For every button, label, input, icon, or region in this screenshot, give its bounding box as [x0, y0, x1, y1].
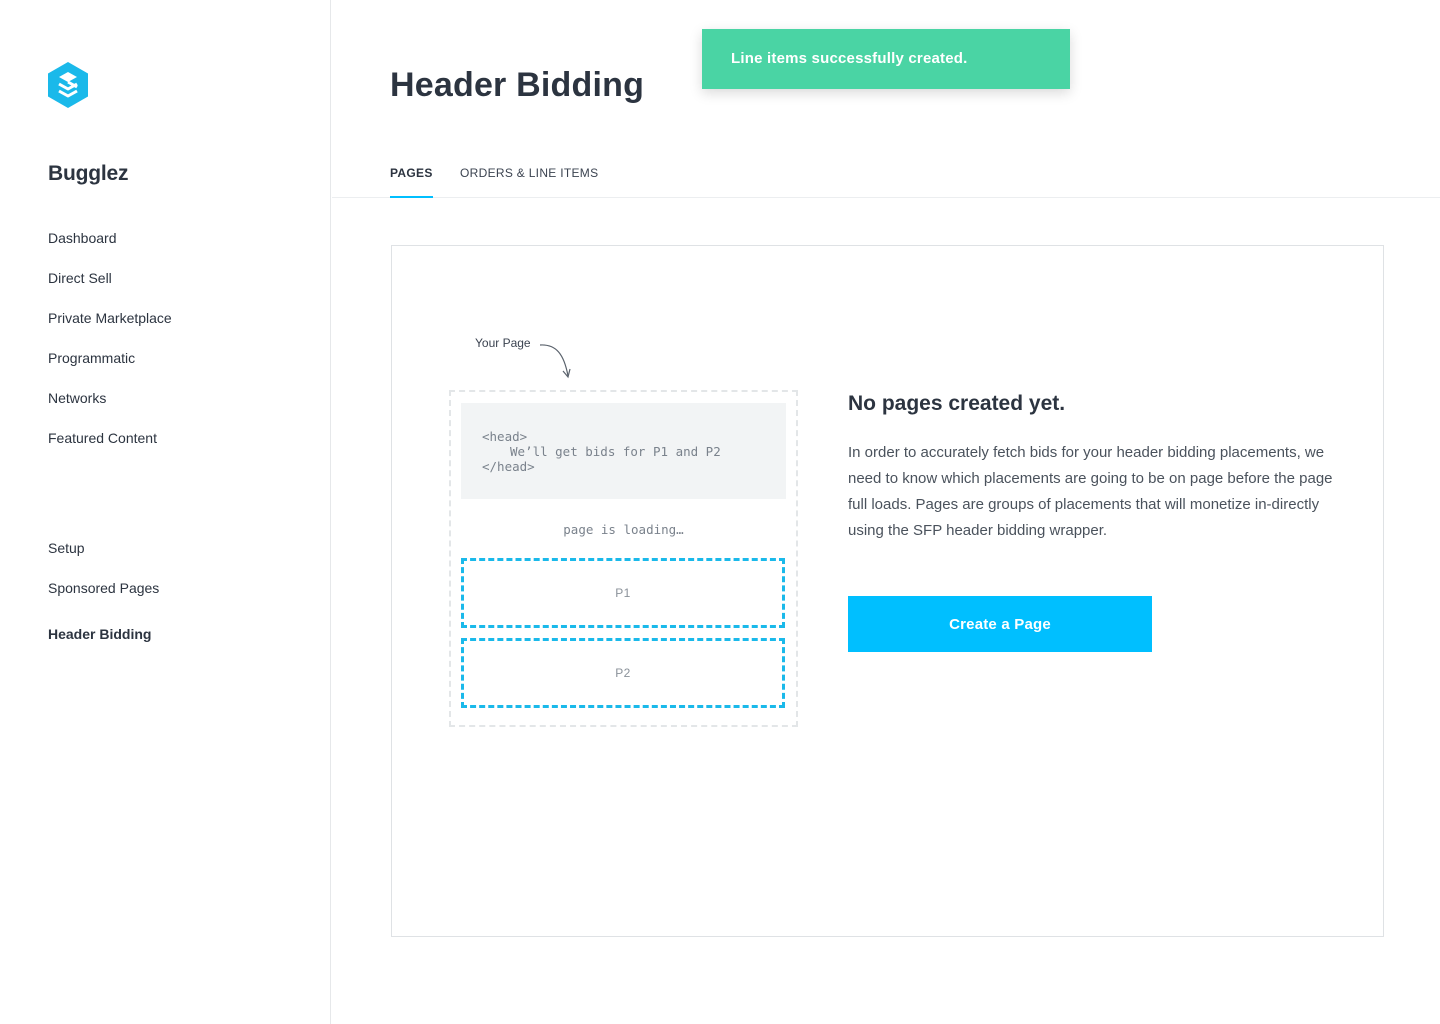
sidebar: Bugglez Dashboard Direct Sell Private Ma… [0, 0, 331, 1024]
success-toast[interactable]: Line items successfully created. [702, 29, 1070, 89]
main-content: Header Bidding Line items successfully c… [332, 0, 1440, 1024]
tab-pages[interactable]: PAGES [390, 166, 433, 198]
empty-state-title: No pages created yet. [848, 392, 1066, 415]
sidebar-item-header-bidding[interactable]: Header Bidding [48, 624, 159, 664]
code-line-close: </head> [482, 459, 535, 474]
sidebar-item-private-marketplace[interactable]: Private Marketplace [48, 308, 172, 348]
sidebar-item-dashboard[interactable]: Dashboard [48, 228, 172, 268]
sidebar-item-programmatic[interactable]: Programmatic [48, 348, 172, 388]
code-line-open: <head> [482, 429, 528, 444]
tab-orders-line-items[interactable]: ORDERS & LINE ITEMS [460, 166, 598, 198]
page-title: Header Bidding [390, 66, 645, 104]
loading-text: page is loading… [563, 522, 684, 537]
code-line-body: We’ll get bids for P1 and P2 [510, 444, 721, 459]
create-page-button[interactable]: Create a Page [848, 596, 1152, 652]
empty-state-description: In order to accurately fetch bids for yo… [848, 444, 1333, 539]
sidebar-item-direct-sell[interactable]: Direct Sell [48, 268, 172, 308]
brand-name: Bugglez [48, 162, 129, 185]
secondary-nav: Setup Sponsored Pages Header Bidding [48, 538, 159, 664]
page-illustration: <head> We’ll get bids for P1 and P2 </he… [449, 390, 798, 727]
sidebar-item-featured-content[interactable]: Featured Content [48, 428, 172, 468]
illustration-caption: Your Page [475, 336, 531, 350]
code-snippet: <head> We’ll get bids for P1 and P2 </he… [461, 403, 786, 499]
brand-logo-icon[interactable] [48, 62, 88, 108]
sidebar-item-sponsored-pages[interactable]: Sponsored Pages [48, 578, 159, 618]
sidebar-item-networks[interactable]: Networks [48, 388, 172, 428]
tab-bar: PAGES ORDERS & LINE ITEMS [332, 150, 1440, 198]
placement-slot-p2: P2 [461, 638, 785, 708]
primary-nav: Dashboard Direct Sell Private Marketplac… [48, 228, 172, 468]
sidebar-item-setup[interactable]: Setup [48, 538, 159, 578]
curved-arrow-icon [539, 344, 571, 379]
empty-state-card: Your Page <head> We’ll get bids for P1 a… [391, 245, 1384, 937]
placement-slot-p1: P1 [461, 558, 785, 628]
